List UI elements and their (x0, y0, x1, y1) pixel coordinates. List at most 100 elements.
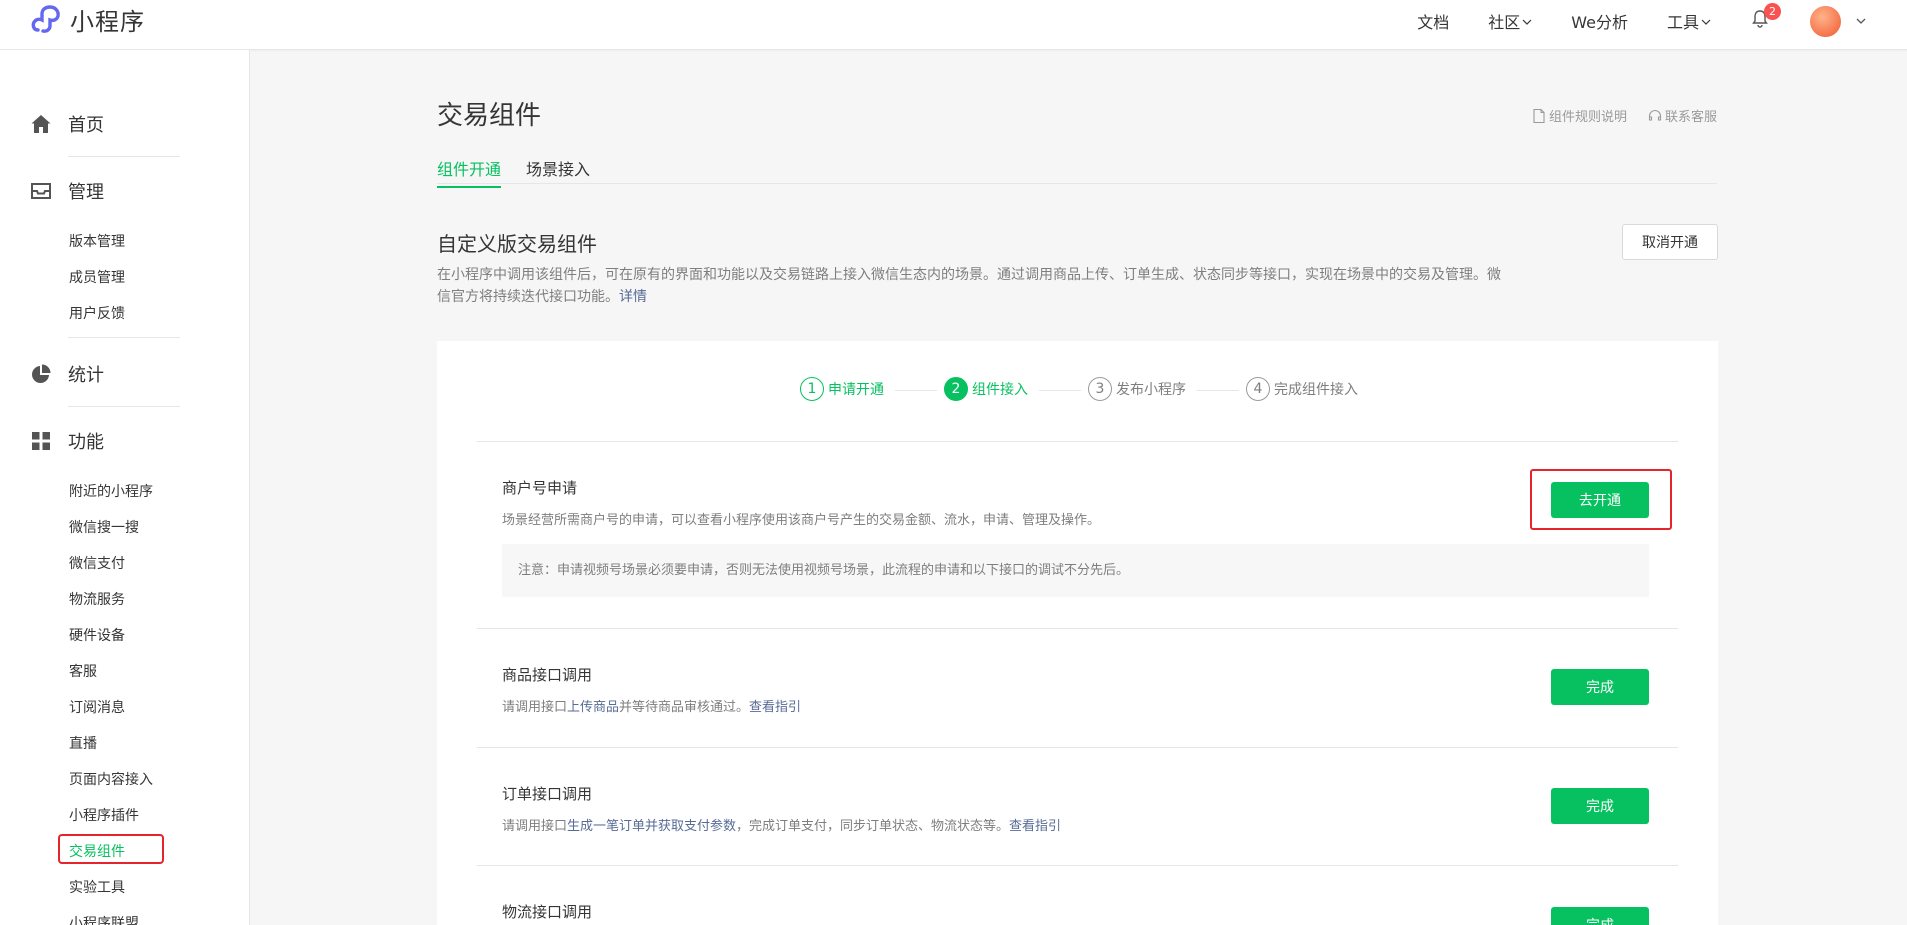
sidebar: 首页 管理 版本管理 成员管理 用户反馈 统计 功能 附近的小程序 微信搜一搜 … (0, 50, 250, 925)
merchant-title: 商户号申请 (502, 479, 578, 497)
order-api-title: 订单接口调用 (502, 785, 593, 803)
sidebar-item-service[interactable]: 客服 (69, 661, 97, 681)
product-done-button[interactable]: 完成 (1551, 669, 1649, 705)
sidebar-item-live[interactable]: 直播 (69, 733, 97, 753)
logistics-done-button[interactable]: 完成 (1551, 907, 1649, 925)
sidebar-item-search[interactable]: 微信搜一搜 (69, 517, 139, 537)
step-number: 2 (944, 377, 968, 401)
highlight-box (1530, 469, 1672, 530)
progress-steps: 1 申请开通 2 组件接入 3 发布小程序 4 完成组件接入 (437, 377, 1718, 403)
desc-text: 并等待商品审核通过。 (619, 700, 750, 715)
sidebar-item-label: 首页 (68, 115, 104, 136)
view-guide-link[interactable]: 查看指引 (1009, 819, 1061, 834)
order-done-button[interactable]: 完成 (1551, 788, 1649, 824)
merchant-description: 场景经营所需商户号的申请，可以查看小程序使用该商户号产生的交易金额、流水，申请、… (502, 513, 1101, 528)
chevron-down-icon[interactable] (1855, 15, 1867, 27)
tab-component-activation[interactable]: 组件开通 (437, 156, 502, 188)
step-label: 发布小程序 (1116, 382, 1186, 398)
section-title: 自定义版交易组件 (437, 232, 597, 256)
step-label: 申请开通 (828, 382, 884, 398)
logistics-api-title: 物流接口调用 (502, 903, 593, 921)
sidebar-item-lab[interactable]: 实验工具 (69, 877, 125, 897)
nav-docs-label: 文档 (1417, 13, 1450, 32)
sidebar-item-manage[interactable]: 管理 (30, 178, 104, 204)
step-label: 组件接入 (972, 382, 1028, 398)
sidebar-item-version[interactable]: 版本管理 (69, 231, 125, 251)
steps-card: 1 申请开通 2 组件接入 3 发布小程序 4 完成组件接入 商户号申请 场景经… (437, 341, 1718, 925)
step-number: 1 (800, 377, 824, 401)
chevron-down-icon (1701, 19, 1711, 25)
rules-link[interactable]: 组件规则说明 (1531, 106, 1627, 125)
top-nav: 文档 社区 We分析 工具 2 (1417, 0, 1907, 42)
chevron-down-icon (1522, 19, 1532, 25)
headset-icon (1648, 109, 1662, 121)
sidebar-item-label: 功能 (68, 432, 104, 453)
section-description: 在小程序中调用该组件后，可在原有的界面和功能以及交易链路上接入微信生态内的场景。… (437, 264, 1512, 308)
sidebar-item-nearby[interactable]: 附近的小程序 (69, 481, 153, 501)
step-label: 完成组件接入 (1274, 382, 1358, 398)
sidebar-item-home[interactable]: 首页 (30, 111, 104, 137)
step-connector (1039, 390, 1081, 391)
step-number: 3 (1088, 377, 1112, 401)
nav-community-label: 社区 (1488, 13, 1521, 32)
desc-text: 请调用接口 (502, 819, 568, 834)
divider (477, 628, 1678, 629)
sidebar-item-label: 管理 (68, 182, 104, 203)
nav-we-analysis-label: We分析 (1571, 13, 1628, 32)
step-complete: 4 完成组件接入 (1246, 377, 1358, 401)
step-connector (895, 390, 937, 391)
sidebar-item-subscribe[interactable]: 订阅消息 (69, 697, 125, 717)
cancel-activation-button[interactable]: 取消开通 (1622, 224, 1718, 260)
product-api-title: 商品接口调用 (502, 666, 593, 684)
sidebar-item-hardware[interactable]: 硬件设备 (69, 625, 125, 645)
divider (477, 865, 1678, 866)
nav-tools[interactable]: 工具 (1667, 9, 1711, 33)
api-name: 生成一笔订单并获取支付参数 (567, 819, 737, 834)
step-connector (1197, 390, 1239, 391)
sidebar-item-logistics[interactable]: 物流服务 (69, 589, 125, 609)
document-icon (1533, 108, 1545, 123)
highlight-box (58, 834, 164, 864)
order-api-description: 请调用接口生成一笔订单并获取支付参数，完成订单支付，同步订单状态、物流状态等。查… (502, 815, 1061, 834)
rules-link-label: 组件规则说明 (1548, 110, 1627, 125)
sidebar-item-members[interactable]: 成员管理 (69, 267, 125, 287)
tab-scene-access[interactable]: 场景接入 (526, 156, 590, 186)
sidebar-item-union[interactable]: 小程序联盟 (69, 913, 139, 925)
inbox-icon (31, 183, 51, 199)
sidebar-item-label: 统计 (68, 365, 104, 386)
nav-we-analysis[interactable]: We分析 (1571, 9, 1628, 33)
sidebar-item-page-content[interactable]: 页面内容接入 (69, 769, 153, 789)
sidebar-item-plugins[interactable]: 小程序插件 (69, 805, 139, 825)
pie-chart-icon (32, 364, 51, 383)
nav-docs[interactable]: 文档 (1417, 9, 1449, 33)
app-name: 小程序 (70, 8, 145, 36)
notification-badge: 2 (1764, 3, 1781, 20)
step-publish: 3 发布小程序 (1088, 377, 1186, 401)
home-icon (31, 115, 51, 133)
divider (68, 337, 180, 338)
divider (68, 406, 180, 407)
sidebar-item-feedback[interactable]: 用户反馈 (69, 303, 125, 323)
notification-bell[interactable]: 2 (1750, 3, 1781, 33)
api-name: 上传商品 (567, 700, 620, 715)
miniprogram-logo-icon (31, 4, 60, 33)
sidebar-item-pay[interactable]: 微信支付 (69, 553, 125, 573)
step-apply: 1 申请开通 (800, 377, 884, 401)
view-guide-link[interactable]: 查看指引 (749, 700, 801, 715)
details-link[interactable]: 详情 (619, 289, 647, 305)
nav-community[interactable]: 社区 (1488, 9, 1532, 33)
support-link[interactable]: 联系客服 (1647, 106, 1717, 125)
tab-bar: 组件开通 场景接入 (437, 154, 1717, 188)
logo[interactable]: 小程序 (30, 2, 145, 37)
merchant-note: 注意：申请视频号场景必须要申请，否则无法使用视频号场景，此流程的申请和以下接口的… (502, 544, 1649, 597)
step-number: 4 (1246, 377, 1270, 401)
avatar[interactable] (1810, 5, 1841, 37)
grid-icon (32, 432, 50, 450)
divider (68, 156, 180, 157)
step-integrate: 2 组件接入 (944, 377, 1028, 401)
sidebar-item-stats[interactable]: 统计 (30, 361, 104, 387)
divider (477, 441, 1678, 442)
support-link-label: 联系客服 (1664, 110, 1717, 125)
sidebar-item-features[interactable]: 功能 (30, 428, 104, 454)
nav-tools-label: 工具 (1666, 13, 1699, 32)
